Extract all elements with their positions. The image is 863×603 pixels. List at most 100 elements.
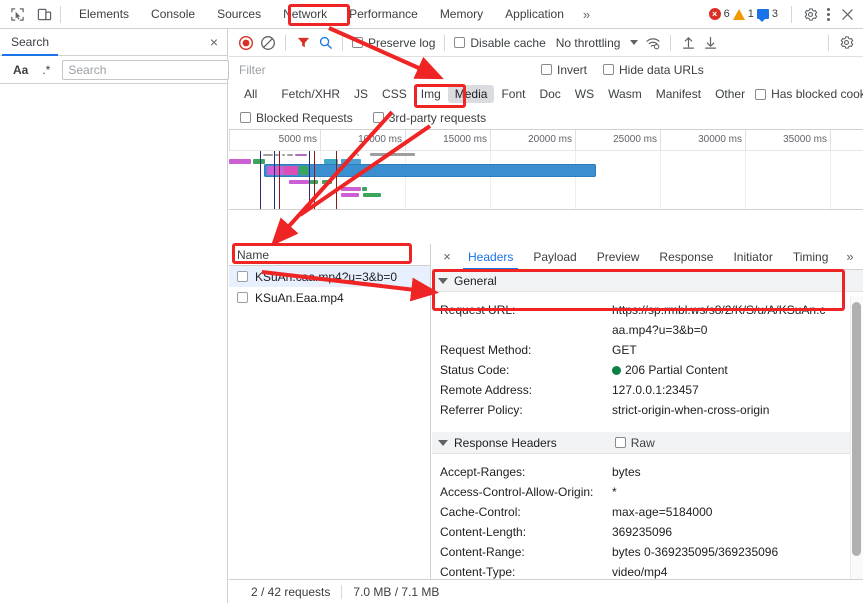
tab-console[interactable]: Console (140, 0, 206, 29)
overview-tick-label: 15000 ms (443, 134, 487, 145)
response-header-cache-control: Cache-Control: max-age=5184000 (432, 502, 863, 522)
hide-data-urls-label: Hide data URLs (619, 62, 704, 77)
close-icon[interactable] (838, 5, 856, 23)
request-checkbox[interactable] (237, 271, 248, 282)
clear-network-icon[interactable] (257, 32, 279, 54)
invert-checkbox[interactable]: Invert (538, 63, 590, 77)
match-case-icon[interactable]: Aa (6, 63, 35, 77)
search-pane-tab[interactable]: Search (0, 29, 60, 56)
row-key: Access-Control-Allow-Origin: (440, 485, 594, 499)
overview-tick-label: 10000 ms (358, 134, 402, 145)
row-value[interactable]: https://sp.rmbl.ws/s8/2/K/S/u/A/KSuAn.ca… (612, 300, 828, 340)
tab-sources[interactable]: Sources (206, 0, 272, 29)
filter-funnel-icon[interactable] (292, 32, 314, 54)
disable-cache-checkbox[interactable]: Disable cache (451, 36, 548, 50)
general-row-remote-address: Remote Address: 127.0.0.1:23457 (432, 380, 863, 400)
checkbox-box (352, 37, 363, 48)
error-badge[interactable]: × 6 (708, 8, 730, 20)
search-pane-close-icon[interactable]: × (210, 35, 218, 49)
tab-application[interactable]: Application (494, 0, 575, 29)
hide-data-urls-checkbox[interactable]: Hide data URLs (600, 63, 707, 77)
network-split-view: Name KSuAn.caa.mp4?u=3&b=0 KSuAn.Eaa.mp4… (229, 244, 863, 579)
checkbox-box (614, 437, 626, 448)
type-chip-ws[interactable]: WS (568, 85, 601, 103)
inspect-element-icon[interactable] (8, 5, 26, 23)
kebab-menu-icon[interactable] (821, 7, 836, 21)
details-tab-headers[interactable]: Headers (458, 244, 523, 270)
type-chip-fetch-xhr[interactable]: Fetch/XHR (274, 85, 347, 103)
row-value: 127.0.0.1:23457 (612, 383, 699, 397)
record-icon[interactable] (235, 32, 257, 54)
search-input[interactable] (62, 59, 230, 80)
toolbar-divider-2 (791, 5, 792, 23)
devtools-top-toolbar: Elements Console Sources Network Perform… (0, 0, 863, 29)
overview-tick-label: 35000 ms (783, 134, 827, 145)
third-party-requests-checkbox[interactable]: 3rd-party requests (370, 111, 489, 125)
row-key: Content-Length: (440, 525, 527, 539)
request-list: Name KSuAn.caa.mp4?u=3&b=0 KSuAn.Eaa.mp4 (229, 244, 431, 579)
gear-icon[interactable] (801, 5, 819, 23)
tab-memory[interactable]: Memory (429, 0, 494, 29)
issues-badges[interactable]: × 6 1 3 (705, 7, 782, 22)
has-blocked-cookies-checkbox[interactable]: Has blocked cookies (752, 87, 863, 101)
details-tab-preview[interactable]: Preview (587, 244, 650, 270)
wifi-icon[interactable] (642, 32, 664, 54)
details-scrollbar-thumb[interactable] (852, 302, 861, 556)
export-har-icon[interactable] (699, 32, 721, 54)
details-tab-timing[interactable]: Timing (783, 244, 839, 270)
details-tab-payload[interactable]: Payload (523, 244, 586, 270)
details-tab-response[interactable]: Response (649, 244, 723, 270)
request-row-0[interactable]: KSuAn.caa.mp4?u=3&b=0 (229, 266, 430, 287)
details-close-icon[interactable]: × (436, 246, 458, 268)
search-requests-icon[interactable] (314, 32, 336, 54)
request-row-1[interactable]: KSuAn.Eaa.mp4 (229, 287, 430, 308)
response-headers-section-header[interactable]: Response Headers Raw (432, 432, 863, 454)
general-section-header[interactable]: General (432, 270, 863, 292)
type-chip-doc[interactable]: Doc (532, 85, 567, 103)
type-chip-all[interactable]: All (237, 85, 264, 103)
tab-elements[interactable]: Elements (68, 0, 140, 29)
toolbar-divider-4 (670, 34, 672, 51)
network-toolbar: Preserve log Disable cache No throttling (229, 29, 863, 57)
warning-badge[interactable]: 1 (732, 8, 754, 20)
details-more-tabs-icon[interactable]: » (838, 249, 861, 264)
type-chip-img[interactable]: Img (414, 85, 448, 103)
overview-request-bars (229, 151, 863, 209)
overview-tick-label: 20000 ms (528, 134, 572, 145)
type-chip-js[interactable]: JS (347, 85, 375, 103)
overview-tick-label: 25000 ms (613, 134, 657, 145)
regex-icon[interactable]: .* (35, 63, 57, 77)
tab-network[interactable]: Network (272, 0, 338, 29)
filter-input[interactable] (237, 60, 402, 79)
network-overview-timeline[interactable]: 5000 ms 10000 ms 15000 ms 20000 ms 25000… (229, 130, 863, 210)
message-icon (756, 9, 769, 22)
top-toolbar-icons (0, 5, 53, 23)
details-tab-initiator[interactable]: Initiator (723, 244, 782, 270)
import-har-icon[interactable] (677, 32, 699, 54)
type-chip-font[interactable]: Font (494, 85, 532, 103)
row-key: Request Method: (440, 343, 532, 357)
raw-label: Raw (630, 435, 655, 450)
request-checkbox[interactable] (237, 292, 248, 303)
error-icon: × (708, 8, 721, 20)
general-row-request-method: Request Method: GET (432, 340, 863, 360)
network-settings-gear-icon[interactable] (835, 32, 857, 54)
type-chip-wasm[interactable]: Wasm (601, 85, 649, 103)
device-toolbar-icon[interactable] (35, 5, 53, 23)
row-key: Content-Type: (440, 565, 516, 579)
type-chip-other[interactable]: Other (708, 85, 752, 103)
blocked-requests-checkbox[interactable]: Blocked Requests (237, 111, 356, 125)
toolbar-divider (285, 34, 286, 51)
preserve-log-checkbox[interactable]: Preserve log (349, 36, 438, 50)
throttling-select[interactable]: No throttling (556, 36, 621, 50)
type-chip-manifest[interactable]: Manifest (649, 85, 708, 103)
type-chip-media[interactable]: Media (447, 85, 495, 103)
raw-toggle-checkbox[interactable]: Raw (614, 435, 655, 450)
chevron-down-icon[interactable] (630, 40, 639, 45)
toolbar-divider-3 (444, 34, 446, 51)
message-badge[interactable]: 3 (756, 8, 778, 22)
network-panel: Preserve log Disable cache No throttling (229, 29, 863, 603)
tab-performance[interactable]: Performance (338, 0, 429, 29)
more-tabs-chevron-icon[interactable]: » (575, 0, 598, 29)
type-chip-css[interactable]: CSS (375, 85, 414, 103)
